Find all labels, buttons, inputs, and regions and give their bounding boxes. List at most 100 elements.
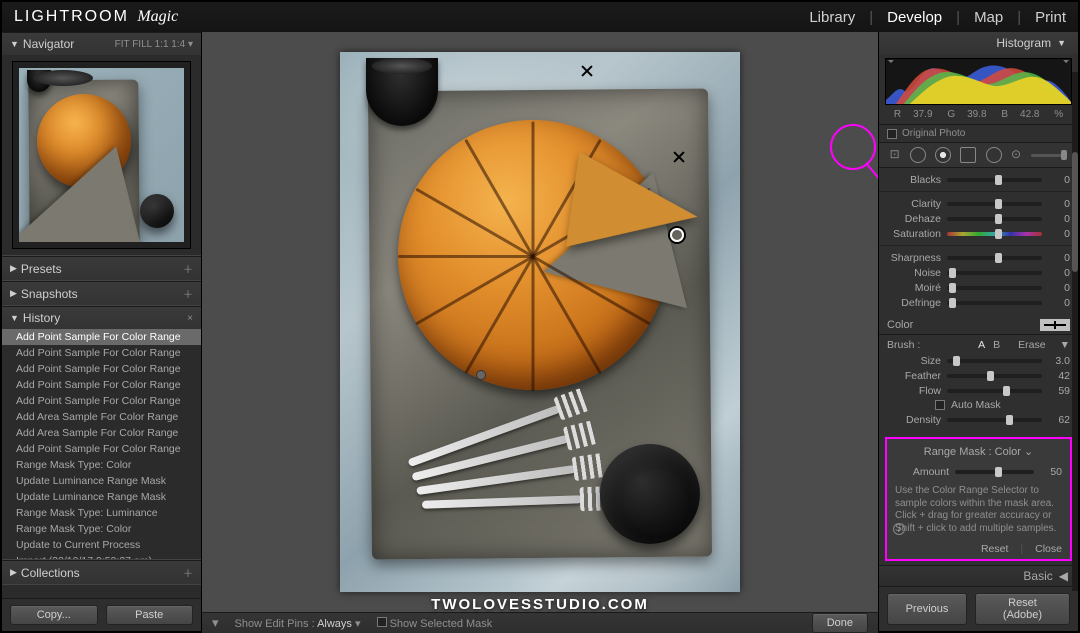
collections-add-icon[interactable]: ＋ [183, 565, 193, 580]
toolbar-collapse-icon[interactable]: ▾ [212, 615, 219, 631]
module-develop[interactable]: Develop [887, 9, 942, 26]
reset-button[interactable]: Reset (Adobe) [975, 593, 1070, 625]
info-icon: i [893, 523, 905, 535]
presets-header[interactable]: ▶ Presets ＋ [2, 257, 201, 280]
slider-saturation[interactable]: Saturation 0 [887, 226, 1070, 241]
histogram-header[interactable]: Histogram ▼ [879, 32, 1078, 54]
develop-toolbar: ▾ Show Edit Pins : Always ▾ Show Selecte… [202, 612, 878, 633]
pins-mode-value[interactable]: Always [317, 618, 352, 630]
slider-feather[interactable]: Feather 42 [887, 368, 1070, 383]
logo-main: LIGHTROOM [14, 8, 129, 25]
done-button[interactable]: Done [812, 613, 868, 633]
graduated-tool-icon[interactable] [960, 147, 976, 163]
presets-title: Presets [21, 262, 62, 276]
module-print[interactable]: Print [1035, 9, 1066, 26]
slider-clarity[interactable]: Clarity 0 [887, 196, 1070, 211]
disclosure-triangle-icon: ▶ [10, 567, 17, 578]
snapshots-header[interactable]: ▶ Snapshots ＋ [2, 282, 201, 305]
history-item[interactable]: Range Mask Type: Luminance [2, 505, 201, 521]
range-mask-title[interactable]: Range Mask : Color ⌄ [895, 445, 1062, 458]
histogram-display[interactable] [885, 58, 1072, 105]
brush-tool-icon[interactable]: ⊙ [1011, 147, 1022, 163]
history-item[interactable]: Import (22/10/17 9:50:37 am) [2, 553, 201, 559]
slider-noise[interactable]: Noise 0 [887, 265, 1070, 280]
range-mask-reset[interactable]: Reset [981, 543, 1008, 555]
color-effect-row[interactable]: Color [879, 316, 1078, 334]
chevron-down-icon[interactable]: ▾ [355, 618, 361, 630]
slider-defringe[interactable]: Defringe 0 [887, 295, 1070, 310]
redeye-tool-icon[interactable] [935, 147, 951, 163]
slider-range-amount[interactable]: Amount 50 [895, 464, 1062, 479]
history-item[interactable]: Range Mask Type: Color [2, 457, 201, 473]
original-photo-toggle[interactable]: Original Photo [879, 125, 1078, 143]
color-label: Color [887, 319, 913, 331]
range-mask-close[interactable]: Close [1035, 543, 1062, 555]
history-item[interactable]: Update Luminance Range Mask [2, 473, 201, 489]
history-item[interactable]: Add Point Sample For Color Range [2, 393, 201, 409]
auto-mask-toggle[interactable]: Auto Mask [887, 398, 1070, 412]
navigator-header[interactable]: ▼ Navigator FIT FILL 1:1 1:4 ▾ [2, 33, 201, 55]
disclosure-triangle-icon[interactable]: ▼ [1060, 339, 1070, 351]
effect-sliders: Blacks 0 Clarity 0 Dehaze 0 Saturation [879, 168, 1078, 316]
paste-button[interactable]: Paste [106, 605, 194, 625]
collections-title: Collections [21, 566, 80, 580]
app-logo: LIGHTROOM Magic [14, 8, 178, 26]
basic-panel-header[interactable]: Basic ◀ [879, 565, 1078, 586]
slider-size[interactable]: Size 3.0 [887, 353, 1070, 368]
history-item[interactable]: Add Point Sample For Color Range [2, 345, 201, 361]
crop-tool-icon[interactable]: ⊡ [890, 147, 901, 163]
history-item[interactable]: Update to Current Process [2, 537, 201, 553]
brush-erase[interactable]: Erase [1018, 339, 1045, 351]
slider-density[interactable]: Density 62 [887, 412, 1070, 427]
right-footer: Previous Reset (Adobe) [879, 586, 1078, 631]
history-item[interactable]: Add Point Sample For Color Range [2, 441, 201, 457]
right-scrollbar[interactable] [1072, 72, 1078, 591]
navigator-title: Navigator [23, 37, 74, 51]
slider-flow[interactable]: Flow 59 [887, 383, 1070, 398]
tool-strip: ⊡ ⊙ [879, 143, 1078, 168]
slider-dehaze[interactable]: Dehaze 0 [887, 211, 1070, 226]
slider-sharpness[interactable]: Sharpness 0 [887, 250, 1070, 265]
module-library[interactable]: Library [809, 9, 855, 26]
module-switcher: Library | Develop | Map | Print [809, 9, 1066, 26]
annotation-circle [830, 124, 876, 170]
history-item[interactable]: Add Point Sample For Color Range [2, 377, 201, 393]
snapshots-add-icon[interactable]: ＋ [183, 286, 193, 301]
photo [340, 52, 740, 592]
history-item[interactable]: Add Area Sample For Color Range [2, 425, 201, 441]
right-panel: Histogram ▼ R37.9 G39.8 B42.8 % [878, 32, 1078, 631]
radial-tool-icon[interactable] [986, 147, 1002, 163]
brush-a[interactable]: A [978, 339, 985, 351]
chevron-down-icon[interactable]: ⌄ [1024, 446, 1033, 458]
presets-add-icon[interactable]: ＋ [183, 261, 193, 276]
image-canvas[interactable] [202, 32, 878, 612]
checkbox-icon [377, 617, 387, 627]
brush-label: Brush : [887, 339, 920, 351]
range-mask-panel: Range Mask : Color ⌄ Amount 50 i Use the… [885, 437, 1072, 561]
history-item[interactable]: Add Point Sample For Color Range [2, 329, 201, 345]
topbar: LIGHTROOM Magic Library | Develop | Map … [2, 2, 1078, 32]
previous-button[interactable]: Previous [887, 593, 967, 625]
module-map[interactable]: Map [974, 9, 1003, 26]
collections-header[interactable]: ▶ Collections ＋ [2, 561, 201, 584]
snapshots-title: Snapshots [21, 287, 78, 301]
brush-section: Brush : A B Erase ▼ Size 3.0 Feather [879, 334, 1078, 433]
color-swatch-icon[interactable] [1040, 319, 1070, 331]
slider-blacks[interactable]: Blacks 0 [887, 172, 1070, 187]
slider-moire[interactable]: Moiré 0 [887, 280, 1070, 295]
history-item[interactable]: Range Mask Type: Color [2, 521, 201, 537]
brush-b[interactable]: B [993, 339, 1000, 351]
navigator-zoom-options[interactable]: FIT FILL 1:1 1:4 ▾ [115, 39, 193, 50]
history-item[interactable]: Add Area Sample For Color Range [2, 409, 201, 425]
history-header[interactable]: ▼ History × [2, 307, 201, 329]
spot-tool-icon[interactable] [910, 147, 926, 163]
history-item[interactable]: Update Luminance Range Mask [2, 489, 201, 505]
history-title: History [23, 311, 60, 325]
tool-slider[interactable] [1031, 154, 1067, 157]
history-clear-icon[interactable]: × [187, 313, 193, 324]
history-item[interactable]: Add Point Sample For Color Range [2, 361, 201, 377]
copy-button[interactable]: Copy... [10, 605, 98, 625]
disclosure-triangle-icon: ▶ [10, 263, 17, 274]
navigator-preview[interactable] [12, 61, 191, 249]
show-selected-mask-toggle[interactable]: Show Selected Mask [377, 617, 493, 630]
